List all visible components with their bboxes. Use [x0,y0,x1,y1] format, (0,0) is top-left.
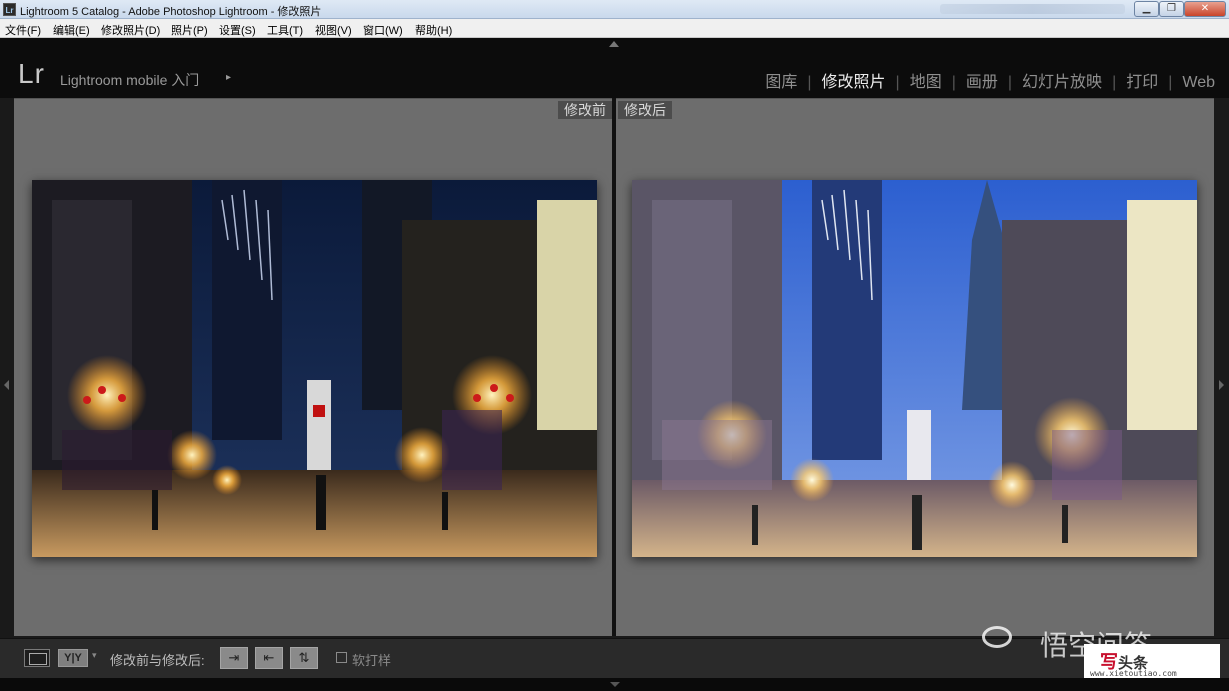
before-label: 修改前 [558,101,612,119]
copy-after-to-before-button[interactable]: ⇤ [255,647,283,669]
filmstrip-toggle-icon[interactable] [610,682,620,687]
module-slideshow[interactable]: 幻灯片放映 [1022,68,1102,92]
before-after-label: 修改前与修改后: [110,653,205,668]
top-panel-toggle-icon[interactable] [609,41,619,47]
soft-proof-label: 软打样 [352,653,392,668]
menu-help[interactable]: 帮助(H) [415,22,452,38]
module-separator: | [807,74,812,91]
loupe-view-button[interactable] [24,649,50,667]
lightroom-mobile-link[interactable]: Lightroom mobile 入门 [60,70,199,90]
module-separator: | [951,74,956,91]
compare-view: 修改前 修改后 [0,98,1229,638]
swap-before-after-button[interactable]: ⇅ [290,647,318,669]
after-pane: 修改后 [616,98,1214,636]
module-book[interactable]: 画册 [966,68,998,92]
menu-photo[interactable]: 照片(P) [171,22,208,38]
close-button[interactable]: ✕ [1184,1,1226,17]
before-pane: 修改前 [14,98,612,636]
module-separator: | [1168,74,1173,91]
module-map[interactable]: 地图 [910,68,942,92]
before-photo[interactable] [32,180,597,557]
wukong-logo-icon [982,626,1012,648]
brand-badge: 写头条 www.xietoutiao.com [1084,644,1220,682]
module-develop[interactable]: 修改照片 [822,68,886,92]
menu-view[interactable]: 视图(V) [315,22,352,38]
right-panel-toggle-icon[interactable] [1219,380,1224,390]
window-title: Lightroom 5 Catalog - Adobe Photoshop Li… [20,6,322,18]
menu-tools[interactable]: 工具(T) [267,22,303,38]
menu-bar: 文件(F) 编辑(E) 修改照片(D) 照片(P) 设置(S) 工具(T) 视图… [0,19,1229,38]
module-separator: | [1007,74,1013,91]
left-panel-toggle-icon[interactable] [4,380,9,390]
minimize-button[interactable]: ▁ [1134,1,1159,17]
filmstrip-toggle-strip [0,678,1229,691]
maximize-button[interactable]: ❐ [1159,1,1184,17]
module-library[interactable]: 图库 [765,68,797,92]
play-arrow-icon[interactable]: ▸ [226,72,231,83]
lr-logo: Lr [18,58,45,89]
top-panel: Lr Lightroom mobile 入门 ▸ 图库 | 修改照片 | 地图 | 画册 | 幻… [0,38,1229,98]
view-mode-dropdown-icon[interactable]: ▾ [92,650,97,661]
module-print[interactable]: 打印 [1126,68,1158,92]
soft-proof-checkbox[interactable] [336,652,347,663]
lightroom-app-icon: Lr [3,3,16,16]
menu-settings[interactable]: 设置(S) [219,22,256,38]
module-picker: 图库 | 修改照片 | 地图 | 画册 | 幻灯片放映 | 打印 | Web [765,68,1215,92]
module-separator: | [1112,74,1117,91]
menu-file[interactable]: 文件(F) [5,22,41,38]
menu-window[interactable]: 窗口(W) [363,22,403,38]
before-after-view-button[interactable]: Y|Y [58,649,88,667]
blurred-region [940,4,1125,14]
module-separator: | [895,74,900,91]
module-web[interactable]: Web [1182,74,1215,92]
before-photo-image [32,180,597,557]
after-photo-image [632,180,1197,557]
copy-before-to-after-button[interactable]: ⇥ [220,647,248,669]
after-photo[interactable] [632,180,1197,557]
brand-url: www.xietoutiao.com [1090,669,1177,678]
title-bar: Lr Lightroom 5 Catalog - Adobe Photoshop… [0,0,1229,19]
menu-develop[interactable]: 修改照片(D) [101,22,160,38]
after-label: 修改后 [618,101,672,119]
menu-edit[interactable]: 编辑(E) [53,22,90,38]
